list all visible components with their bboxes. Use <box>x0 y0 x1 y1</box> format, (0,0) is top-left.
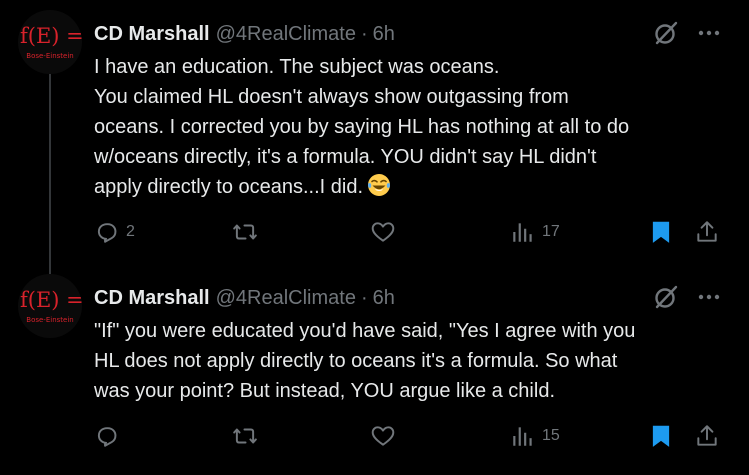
tweet-text-line: I have an education. The subject was oce… <box>94 56 500 78</box>
timestamp[interactable]: 6h <box>373 287 395 310</box>
reply-count: 2 <box>126 223 135 240</box>
views-button[interactable]: 17 <box>510 219 560 245</box>
header-icons <box>653 284 721 310</box>
avatar[interactable]: f(E) = Bose-Einstein <box>18 10 82 74</box>
bookmark-button[interactable] <box>648 219 674 245</box>
bookmark-icon <box>652 425 670 447</box>
reply-button[interactable]: 2 <box>94 219 135 245</box>
more-icon[interactable] <box>697 21 721 45</box>
like-button[interactable] <box>370 219 402 245</box>
avatar-logo-text: f(E) = <box>20 24 82 48</box>
user-handle[interactable]: @4RealClimate <box>216 287 356 310</box>
grok-icon[interactable] <box>653 20 679 46</box>
views-button[interactable]: 15 <box>510 423 560 449</box>
views-icon <box>513 427 532 446</box>
heart-icon <box>371 222 395 242</box>
tweet-text: "If" you were educated you'd have said, … <box>94 316 734 406</box>
tweet-header: CD Marshall @4RealClimate · 6h <box>94 22 395 46</box>
tweet-actions: 15 <box>94 423 734 453</box>
tweet-text-line: You claimed HL doesn't always show outga… <box>94 86 569 108</box>
retweet-button[interactable] <box>232 219 264 245</box>
separator-dot: · <box>360 286 368 309</box>
tweet-text-line: HL does not apply directly to oceans it'… <box>94 350 618 372</box>
like-button[interactable] <box>370 423 402 449</box>
tweet-text-line: "If" you were educated you'd have said, … <box>94 320 636 342</box>
avatar[interactable]: f(E) = Bose-Einstein <box>18 274 82 338</box>
share-icon <box>697 425 717 446</box>
reply-icon <box>97 223 117 243</box>
laughing-tears-emoji-icon <box>368 174 391 196</box>
views-count: 15 <box>542 427 560 444</box>
tweet-text: I have an education. The subject was oce… <box>94 52 734 202</box>
tweet-actions: 2 17 <box>94 219 734 249</box>
separator-dot: · <box>360 22 368 45</box>
avatar-logo-subtext: Bose-Einstein <box>26 52 74 60</box>
views-icon <box>513 223 532 242</box>
tweet-text-line: was your point? But instead, YOU argue l… <box>94 380 555 402</box>
tweet-header: CD Marshall @4RealClimate · 6h <box>94 286 395 310</box>
avatar-logo-text: f(E) = <box>20 288 82 312</box>
bookmark-button[interactable] <box>648 423 674 449</box>
avatar-logo-subtext: Bose-Einstein <box>26 316 74 324</box>
more-icon[interactable] <box>697 285 721 309</box>
tweet[interactable]: f(E) = Bose-Einstein CD Marshall @4RealC… <box>0 0 749 274</box>
retweet-icon <box>233 224 257 240</box>
share-button[interactable] <box>694 219 720 245</box>
display-name[interactable]: CD Marshall <box>94 23 210 46</box>
share-button[interactable] <box>694 423 720 449</box>
tweet-text-line: oceans. I corrected you by saying HL has… <box>94 116 630 138</box>
reply-button[interactable] <box>94 423 126 449</box>
user-handle[interactable]: @4RealClimate <box>216 23 356 46</box>
tweet-text-line-last: apply directly to oceans...I did. <box>94 172 734 202</box>
tweet[interactable]: f(E) = Bose-Einstein CD Marshall @4RealC… <box>0 264 749 475</box>
heart-icon <box>371 426 395 446</box>
retweet-button[interactable] <box>232 423 264 449</box>
share-icon <box>697 221 717 242</box>
retweet-icon <box>233 428 257 444</box>
grok-icon[interactable] <box>653 284 679 310</box>
reply-icon <box>97 427 117 447</box>
timestamp[interactable]: 6h <box>373 23 395 46</box>
header-icons <box>653 20 721 46</box>
thread-line <box>49 70 51 274</box>
bookmark-icon <box>652 221 670 243</box>
views-count: 17 <box>542 223 560 240</box>
tweet-text-line: w/oceans directly, it's a formula. YOU d… <box>94 146 597 168</box>
tweet-text-line: apply directly to oceans...I did. <box>94 176 364 198</box>
display-name[interactable]: CD Marshall <box>94 287 210 310</box>
